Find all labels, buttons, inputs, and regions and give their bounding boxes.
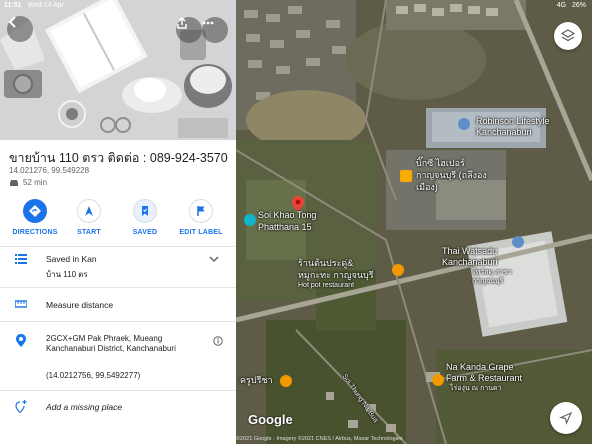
watsadu-label-line-2[interactable]: Kanchanaburi xyxy=(442,257,498,268)
more-horizontal-icon xyxy=(202,21,214,25)
watsadu-label-line-4[interactable]: กาญจนบุรี xyxy=(472,278,503,286)
coordinates-label: (14.0212756, 99.5492277) xyxy=(46,371,141,380)
flag-icon xyxy=(189,199,213,223)
place-hero-image[interactable]: 11:51 Wed 14 Apr xyxy=(0,0,236,140)
saved-list-row[interactable]: Saved in Kan บ้าน 110 ตร xyxy=(0,247,236,285)
kru-poi-icon[interactable] xyxy=(280,375,292,387)
battery-label: 26% xyxy=(571,2,586,9)
address-line-2: Kanchanaburi District, Kanchanaburi xyxy=(46,344,176,353)
layers-icon xyxy=(561,29,575,42)
soi-label-line-1[interactable]: Soi Khao Tong xyxy=(258,210,316,221)
bigc-label-line-2[interactable]: กาญจนบุรี (ถลึงอง xyxy=(416,170,487,181)
share-button[interactable] xyxy=(176,17,202,43)
saved-label: SAVED xyxy=(132,229,158,236)
kru-label[interactable]: ครูปรีชา xyxy=(240,375,273,386)
directions-icon xyxy=(23,199,47,223)
bigc-label-line-3[interactable]: เมือง) xyxy=(416,182,438,193)
drive-time-label: 52 min xyxy=(23,178,48,187)
add-missing-place-row[interactable]: Add a missing place xyxy=(0,391,236,421)
soi-label-line-2[interactable]: Phatthana 15 xyxy=(258,222,312,233)
action-bar: DIRECTIONS START SAVED EDIT LABEL xyxy=(0,199,236,243)
share-icon xyxy=(177,17,187,29)
status-bar-right: 4G 26% xyxy=(557,2,586,9)
watsadu-label-line-3[interactable]: ไทวัสดุ สาขา xyxy=(472,269,512,277)
bookmark-icon xyxy=(133,199,157,223)
restaurant-poi-icon[interactable] xyxy=(392,264,404,276)
network-label: 4G xyxy=(556,2,567,9)
shop-label-line-3[interactable]: Hot pot restaurant xyxy=(298,282,354,290)
farm-poi-icon[interactable] xyxy=(432,374,444,386)
store-poi-icon[interactable] xyxy=(512,236,524,248)
layers-button[interactable] xyxy=(554,22,582,50)
ruler-icon xyxy=(14,297,28,311)
tourism-poi-icon[interactable] xyxy=(244,214,256,226)
shop-label-line-2[interactable]: หมูกะทะ กาญจนบุรี xyxy=(298,270,374,281)
map-attribution[interactable]: ©2021 Google · Imagery ©2021 CNES / Airb… xyxy=(236,436,403,442)
bigc-label-line-1[interactable]: บิ๊กซี ไฮเปอร์ xyxy=(416,158,465,169)
nakanda-label-line-3[interactable]: ไร่องุ่น ณ กานดา xyxy=(450,385,502,393)
navigation-arrow-icon xyxy=(559,411,573,425)
more-options-button[interactable] xyxy=(202,17,228,43)
status-bar-left: 11:51 Wed 14 Apr xyxy=(4,2,64,9)
add-location-icon xyxy=(14,399,28,413)
chevron-left-icon xyxy=(8,16,16,28)
start-label: START xyxy=(77,229,101,236)
bigc-poi-icon[interactable] xyxy=(400,170,412,182)
robinson-label-line-2[interactable]: Kanchanaburi xyxy=(476,127,532,138)
nakanda-label-line-2[interactable]: Farm & Restaurant xyxy=(446,373,522,384)
add-missing-place-label: Add a missing place xyxy=(46,402,123,412)
watsadu-label-line-1[interactable]: Thai Watsadu xyxy=(442,246,497,257)
robinson-label-line-1[interactable]: Robinson Lifestyle xyxy=(476,116,550,127)
shop-label-line-1[interactable]: ร้านต้นประดู่& xyxy=(298,258,353,269)
measure-distance-row[interactable]: Measure distance xyxy=(0,288,236,321)
address-row[interactable]: 2GCX+GM Pak Phraek, Mueang Kanchanaburi … xyxy=(0,322,236,360)
start-button[interactable]: START xyxy=(61,199,117,236)
chevron-down-icon[interactable] xyxy=(209,255,219,263)
directions-button[interactable]: DIRECTIONS xyxy=(7,199,63,236)
place-title: ขายบ้าน 110 ตรว ติดต่อ : 089-924-3570 xyxy=(9,151,228,165)
location-pin-icon xyxy=(14,333,28,347)
saved-list-subtitle: บ้าน 110 ตร xyxy=(46,270,88,279)
place-coords: 14.021276, 99.549228 xyxy=(9,166,90,175)
satellite-map[interactable]: 4G 26% Robinson Lifestyle Kanchanaburi บ… xyxy=(236,0,592,444)
my-location-button[interactable] xyxy=(550,402,582,434)
place-sheet: 11:51 Wed 14 Apr ขายบ้าน 110 ตรว ติดต่อ :… xyxy=(0,0,236,444)
coordinates-row[interactable]: (14.0212756, 99.5492277) xyxy=(0,362,236,388)
directions-label: DIRECTIONS xyxy=(12,229,58,236)
google-logo: Google xyxy=(248,412,293,427)
car-icon xyxy=(10,179,18,186)
placeholder-illustration xyxy=(0,0,236,140)
shopping-poi-icon[interactable] xyxy=(458,118,470,130)
edit-label-label: EDIT LABEL xyxy=(179,229,223,236)
address-line-1: 2GCX+GM Pak Phraek, Mueang xyxy=(46,334,163,343)
list-icon xyxy=(14,252,28,266)
nakanda-label-line-1[interactable]: Na Kanda Grape xyxy=(446,362,514,373)
back-button[interactable] xyxy=(7,16,33,42)
saved-button[interactable]: SAVED xyxy=(117,199,173,236)
edit-label-button[interactable]: EDIT LABEL xyxy=(173,199,229,236)
app-root: 11:51 Wed 14 Apr ขายบ้าน 110 ตรว ติดต่อ :… xyxy=(0,0,592,444)
drive-time: 52 min xyxy=(9,178,47,187)
measure-distance-label: Measure distance xyxy=(46,300,114,310)
saved-list-title: Saved in Kan xyxy=(46,254,97,264)
info-icon[interactable] xyxy=(213,336,223,346)
navigation-icon xyxy=(77,199,101,223)
